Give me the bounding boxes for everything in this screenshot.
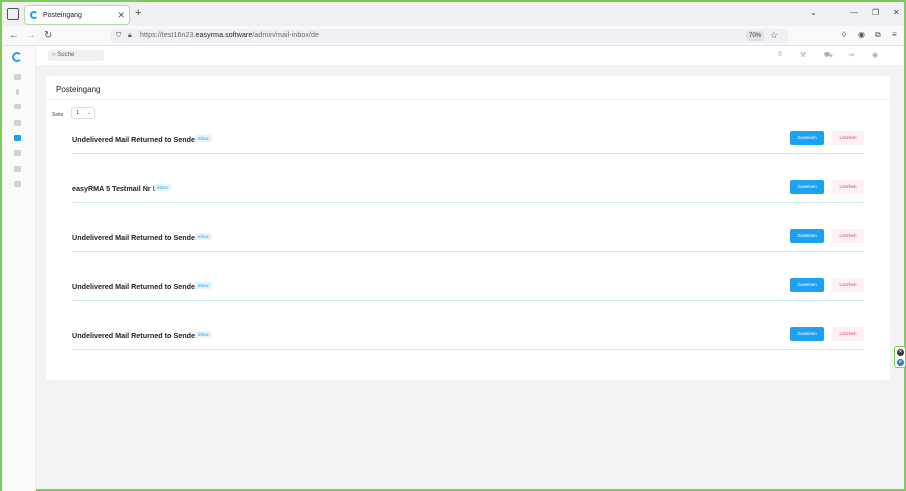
wrench-icon[interactable]: ⚒	[800, 51, 806, 59]
tab-title: Posteingang	[43, 11, 82, 19]
nav-filter-icon[interactable]	[14, 150, 21, 156]
tab-overflow-icon[interactable]: ⌄	[810, 8, 817, 17]
nav-calendar-icon[interactable]	[14, 166, 21, 172]
assign-button[interactable]: Zuweisen	[790, 229, 824, 243]
mail-subject[interactable]: Undelivered Mail Returned to Sender	[72, 282, 198, 291]
page-label: Seite	[52, 112, 64, 118]
tab-posteingang[interactable]: Posteingang ✕	[24, 5, 130, 25]
nav-users-icon[interactable]	[14, 120, 21, 126]
zoom-level[interactable]: 70%	[746, 31, 765, 41]
extensions-icon[interactable]: ⧉	[875, 30, 881, 40]
help-widget-icon[interactable]: e	[897, 359, 904, 366]
nav-reports-icon[interactable]	[14, 181, 21, 187]
app-sidebar	[2, 46, 36, 491]
mail-row[interactable]: easyRMA 5 Testmail Nr 5 inbox Zuweisen Lösc…	[72, 179, 864, 203]
mail-subject[interactable]: Undelivered Mail Returned to Sender	[72, 135, 198, 144]
new-tab-icon[interactable]: +	[135, 7, 141, 19]
bookmark-star-icon[interactable]: ☆	[770, 30, 778, 41]
nav-dashboard-icon[interactable]	[14, 74, 21, 80]
nav-inbox-icon[interactable]	[14, 135, 21, 141]
lock-icon[interactable]: 🔒︎	[128, 32, 132, 40]
inbox-badge: inbox	[195, 282, 212, 289]
search-icon: ○	[52, 52, 56, 58]
mail-subject[interactable]: Undelivered Mail Returned to Sender	[72, 331, 198, 340]
mail-row[interactable]: Undelivered Mail Returned to Sender inbox…	[72, 326, 864, 350]
close-widget-icon[interactable]: ✕	[897, 349, 904, 356]
mail-row[interactable]: Undelivered Mail Returned to Sender inbox…	[72, 277, 864, 301]
mail-subject[interactable]: easyRMA 5 Testmail Nr 5	[72, 184, 157, 193]
search-input[interactable]: ○ Suche	[48, 50, 104, 61]
assign-button[interactable]: Zuweisen	[790, 180, 824, 194]
restore-icon[interactable]: ❐	[872, 8, 879, 17]
delete-button[interactable]: Löschen	[832, 327, 864, 341]
page-title: Posteingang	[56, 85, 101, 94]
user-icon[interactable]: ◉	[872, 51, 878, 59]
page-select[interactable]: 1 ⌄	[71, 107, 95, 119]
shield-icon[interactable]: ⛉	[116, 32, 121, 40]
assign-button[interactable]: Zuweisen	[790, 131, 824, 145]
url-bar[interactable]: ⛉ 🔒︎ https://test16n23.easyrma.software/…	[110, 29, 788, 43]
tab-list-icon[interactable]	[7, 8, 19, 20]
nav-list-icon[interactable]	[14, 104, 21, 109]
delete-button[interactable]: Löschen	[832, 180, 864, 194]
side-widget[interactable]: ✕ e	[894, 346, 906, 368]
inbox-badge: inbox	[195, 331, 212, 338]
pocket-icon[interactable]: ◊	[842, 30, 846, 39]
app-topbar: ○ Suche ✋︎ ⚒ ⛟ ⇥ ◉	[36, 46, 904, 65]
mail-subject[interactable]: Undelivered Mail Returned to Sender	[72, 233, 198, 242]
chevron-down-icon: ⌄	[86, 110, 91, 116]
logout-icon[interactable]: ⇥	[848, 51, 854, 59]
inbox-badge: inbox	[195, 233, 212, 240]
divider	[46, 99, 890, 100]
browser-window: Posteingang ✕ + ⌄ — ❐ ✕ ← → ↻ ⛉ 🔒︎ https…	[0, 0, 906, 491]
assign-button[interactable]: Zuweisen	[790, 278, 824, 292]
account-icon[interactable]: ◉	[858, 30, 865, 39]
forward-icon[interactable]: →	[26, 30, 36, 41]
close-window-icon[interactable]: ✕	[893, 8, 900, 17]
delete-button[interactable]: Löschen	[832, 229, 864, 243]
tab-bar: Posteingang ✕ + ⌄ — ❐ ✕	[2, 2, 904, 26]
hand-icon[interactable]: ✋︎	[778, 51, 782, 59]
minimize-icon[interactable]: —	[850, 8, 858, 17]
app-logo-icon[interactable]	[12, 52, 22, 62]
delete-button[interactable]: Löschen	[832, 278, 864, 292]
navigation-bar: ← → ↻ ⛉ 🔒︎ https://test16n23.easyrma.sof…	[2, 26, 904, 46]
search-placeholder: Suche	[57, 52, 75, 58]
assign-button[interactable]: Zuweisen	[790, 327, 824, 341]
reload-icon[interactable]: ↻	[44, 30, 52, 41]
url-text: https://test16n23.easyrma.software/admin…	[140, 32, 319, 39]
truck-icon[interactable]: ⛟	[824, 51, 833, 60]
mail-row[interactable]: Undelivered Mail Returned to Sender inbox…	[72, 228, 864, 252]
mail-row[interactable]: Undelivered Mail Returned to Sender inbox…	[72, 130, 864, 154]
delete-button[interactable]: Löschen	[832, 131, 864, 145]
favicon-icon	[30, 11, 38, 19]
inbox-panel: Posteingang Seite 1 ⌄ Undelivered Mail R…	[46, 76, 890, 380]
inbox-badge: inbox	[195, 135, 212, 142]
menu-icon[interactable]: ≡	[892, 30, 897, 39]
back-icon[interactable]: ←	[9, 30, 19, 41]
close-tab-icon[interactable]: ✕	[117, 10, 125, 21]
page-select-value: 1	[76, 110, 80, 116]
nav-pin-icon[interactable]	[16, 89, 19, 95]
inbox-badge: inbox	[154, 184, 171, 191]
